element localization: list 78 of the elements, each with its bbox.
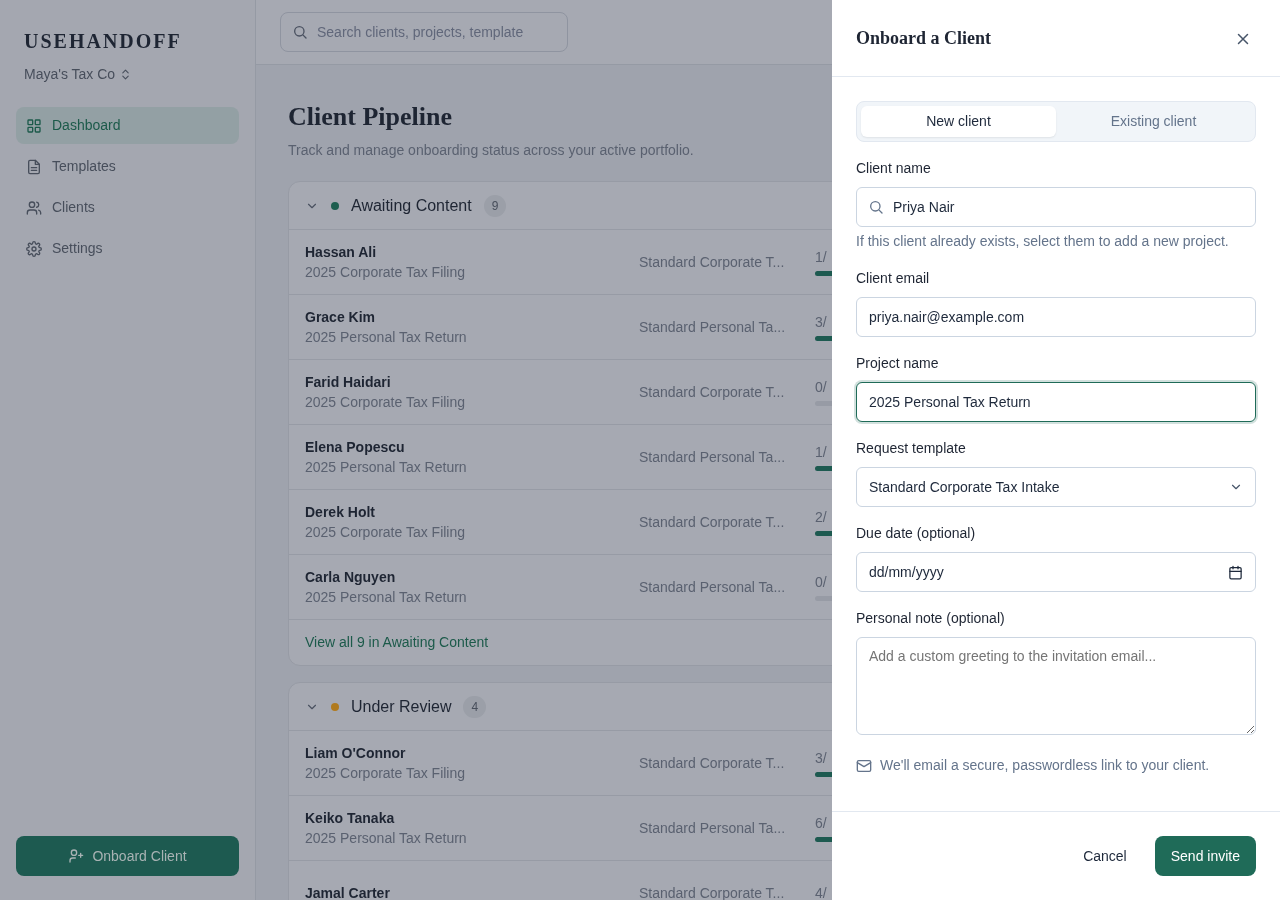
progress-count: 0/: [815, 573, 828, 590]
project-name: 2025 Corporate Tax Filing: [305, 764, 467, 783]
field-label: Request template: [856, 439, 967, 458]
progress-count: 0/: [815, 378, 828, 395]
field-label: Personal note (optional): [856, 609, 1006, 628]
note-field[interactable]: Add a custom greeting to the invitation email...: [856, 637, 1256, 735]
text-field[interactable]: priya.nair@example.com: [856, 297, 1256, 337]
page-title: Client Pipeline: [288, 101, 453, 133]
project-name: 2025 Personal Tax Return: [305, 829, 468, 848]
search-field[interactable]: Search clients, projects, template: [280, 12, 568, 52]
date-field[interactable]: dd/mm/yyyy: [856, 552, 1256, 592]
template-name: Standard Personal Ta...: [639, 820, 787, 836]
workspace-name: Maya's Tax Co: [24, 65, 116, 84]
cancel-button[interactable]: Cancel: [1067, 835, 1143, 877]
template-name: Standard Personal Ta...: [639, 449, 787, 465]
template-name: Standard Personal Ta...: [639, 579, 787, 595]
mail-icon: [856, 757, 872, 774]
field-label: Client email: [856, 269, 931, 288]
progress-count: 4/: [815, 885, 828, 900]
template-name: Standard Corporate T...: [639, 254, 786, 270]
progress-count: 6/: [815, 814, 828, 831]
view-all-link[interactable]: View all 9 in Awaiting Content: [289, 620, 505, 665]
client-name-field[interactable]: Priya Nair: [856, 187, 1256, 227]
workspace-switcher[interactable]: Maya's Tax Co: [24, 64, 133, 85]
grid-icon: [26, 117, 42, 134]
client-name: Elena Popescu: [305, 438, 406, 457]
page-subtitle: Track and manage onboarding status across your active portfolio.: [288, 141, 695, 160]
search-icon: [292, 24, 308, 40]
tab[interactable]: Existing client: [1056, 106, 1251, 137]
template-select[interactable]: Standard Corporate Tax Intake: [856, 467, 1256, 507]
calendar-icon: [1228, 564, 1243, 580]
template-name: Standard Personal Ta...: [639, 319, 787, 335]
field-label: Due date (optional): [856, 524, 977, 543]
client-name: Grace Kim: [305, 308, 377, 327]
info-text: We'll email a secure, passwordless link to your client.: [880, 756, 1210, 775]
tab[interactable]: New client: [861, 106, 1056, 137]
template-name: Standard Corporate T...: [639, 514, 786, 530]
group-title: Awaiting Content: [351, 195, 472, 216]
client-name: Derek Holt: [305, 503, 377, 522]
project-name: 2025 Corporate Tax Filing: [305, 263, 467, 282]
client-name: Farid Haidari: [305, 373, 392, 392]
template-name: Standard Corporate T...: [639, 885, 786, 900]
project-name: 2025 Corporate Tax Filing: [305, 393, 467, 412]
client-name: Jamal Carter: [305, 884, 391, 900]
nav-item[interactable]: Templates: [16, 148, 239, 185]
project-name: 2025 Personal Tax Return: [305, 588, 468, 607]
add-user-icon: [68, 848, 85, 864]
nav-item[interactable]: Clients: [16, 189, 239, 226]
search-icon: [868, 199, 884, 215]
field-label: Client name: [856, 159, 932, 178]
send-invite-button[interactable]: Send invite: [1154, 836, 1256, 876]
onboard-client-button[interactable]: Onboard Client: [16, 836, 239, 876]
progress-count: 3/: [815, 749, 828, 766]
project-name: 2025 Personal Tax Return: [305, 328, 468, 347]
progress-count: 1/: [815, 443, 828, 460]
brand-logo: USEHANDOFF: [24, 29, 183, 54]
progress-count: 1/: [815, 248, 828, 265]
document-icon: [26, 158, 42, 175]
count-badge: 4: [463, 695, 487, 718]
users-icon: [26, 199, 42, 216]
count-badge: 9: [483, 194, 507, 217]
field-label: Project name: [856, 354, 940, 373]
client-name: Carla Nguyen: [305, 568, 397, 587]
settings-icon: [26, 240, 42, 257]
client-name: Hassan Ali: [305, 243, 378, 262]
client-name: Liam O'Connor: [305, 744, 407, 763]
template-name: Standard Corporate T...: [639, 384, 786, 400]
project-name: 2025 Personal Tax Return: [305, 458, 468, 477]
client-name: Keiko Tanaka: [305, 809, 396, 828]
help-text: If this client already exists, select them to add a new project.: [856, 232, 1230, 251]
group-title: Under Review: [351, 696, 452, 717]
progress-count: 3/: [815, 313, 828, 330]
template-name: Standard Corporate T...: [639, 755, 786, 771]
drawer-title: Onboard a Client: [856, 26, 992, 50]
text-field[interactable]: 2025 Personal Tax Return: [856, 382, 1256, 422]
project-name: 2025 Corporate Tax Filing: [305, 523, 467, 542]
nav-item[interactable]: Settings: [16, 230, 239, 267]
progress-count: 2/: [815, 508, 828, 525]
